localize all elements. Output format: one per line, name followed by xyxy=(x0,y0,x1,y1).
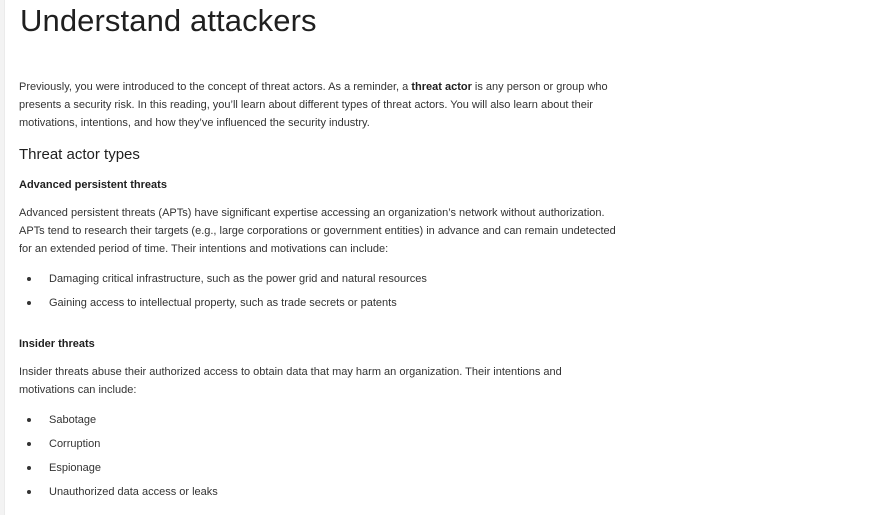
bullet-icon xyxy=(27,418,31,422)
insider-heading: Insider threats xyxy=(19,338,95,350)
bullet-icon xyxy=(27,442,31,446)
list-item-text: Corruption xyxy=(49,438,101,450)
section-heading: Threat actor types xyxy=(19,146,140,163)
page-title: Understand attackers xyxy=(20,3,317,38)
list-item-text: Sabotage xyxy=(49,414,97,426)
reading-content: Understand attackers Previously, you wer… xyxy=(0,0,875,515)
bullet-icon xyxy=(27,490,31,494)
intro-text-start: Previously, you were introduced to the c… xyxy=(19,81,412,93)
bullet-icon xyxy=(27,277,31,281)
list-item-text: Damaging critical infrastructure, such a… xyxy=(49,273,427,285)
left-edge-divider xyxy=(0,0,5,515)
apt-heading: Advanced persistent threats xyxy=(19,179,167,191)
list-item-text: Unauthorized data access or leaks xyxy=(49,486,218,498)
bullet-icon xyxy=(27,301,31,305)
bullet-icon xyxy=(27,466,31,470)
insider-paragraph: Insider threats abuse their authorized a… xyxy=(19,366,562,396)
intro-paragraph: Previously, you were introduced to the c… xyxy=(19,78,619,132)
list-item-text: Gaining access to intellectual property,… xyxy=(49,297,397,309)
apt-paragraph: Advanced persistent threats (APTs) have … xyxy=(19,207,616,255)
list-item-text: Espionage xyxy=(49,462,101,474)
threat-actor-term: threat actor xyxy=(411,81,472,93)
